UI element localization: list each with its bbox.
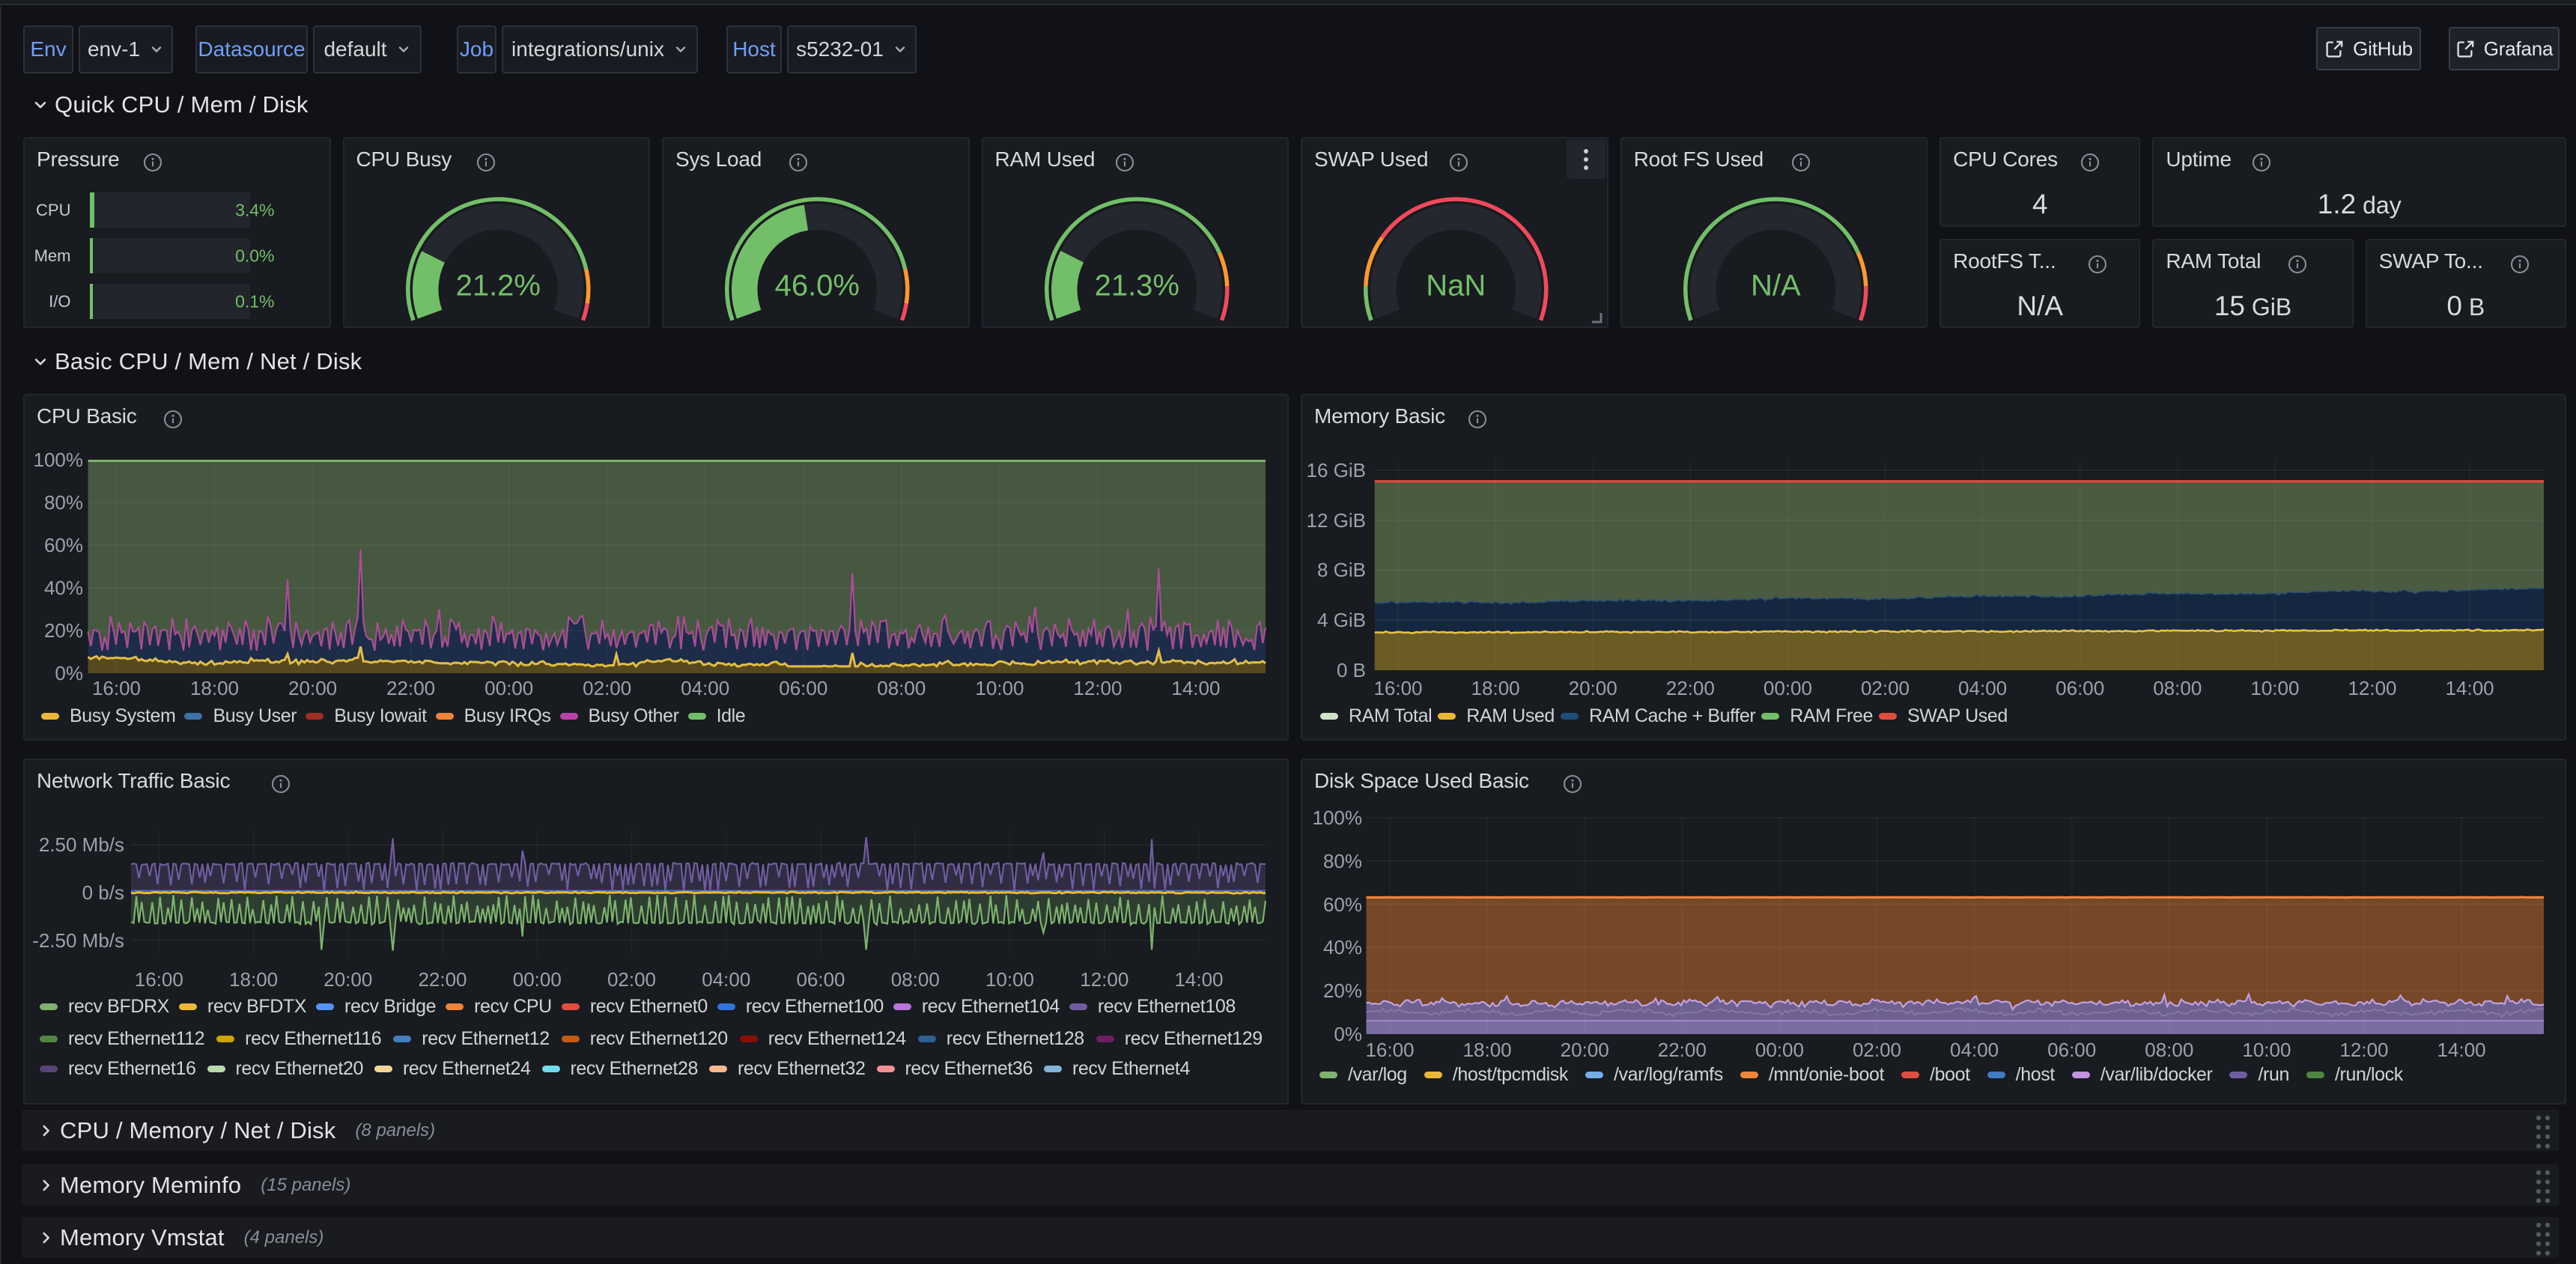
- svg-text:08:00: 08:00: [891, 968, 940, 991]
- svg-text:12:00: 12:00: [1073, 677, 1122, 699]
- svg-text:00:00: 00:00: [513, 968, 562, 991]
- svg-text:20:00: 20:00: [1561, 1039, 1609, 1061]
- svg-text:00:00: 00:00: [1764, 677, 1812, 699]
- svg-text:21.3%: 21.3%: [1094, 270, 1179, 303]
- svg-text:22:00: 22:00: [418, 968, 467, 991]
- svg-text:20:00: 20:00: [323, 968, 372, 991]
- svg-text:04:00: 04:00: [702, 968, 750, 991]
- svg-text:100%: 100%: [1313, 806, 1363, 829]
- svg-text:12:00: 12:00: [2348, 677, 2396, 699]
- svg-text:06:00: 06:00: [779, 677, 827, 699]
- svg-text:2.50 Mb/s: 2.50 Mb/s: [39, 833, 124, 856]
- svg-text:06:00: 06:00: [2047, 1039, 2096, 1061]
- svg-text:04:00: 04:00: [1950, 1039, 1999, 1061]
- svg-text:10:00: 10:00: [975, 677, 1024, 699]
- svg-text:18:00: 18:00: [1471, 677, 1520, 699]
- svg-text:00:00: 00:00: [1755, 1039, 1804, 1061]
- svg-text:04:00: 04:00: [1958, 677, 2007, 699]
- svg-text:14:00: 14:00: [2446, 677, 2494, 699]
- svg-text:06:00: 06:00: [2056, 677, 2104, 699]
- svg-text:8 GiB: 8 GiB: [1317, 559, 1366, 581]
- svg-text:04:00: 04:00: [681, 677, 729, 699]
- svg-text:40%: 40%: [44, 577, 83, 599]
- svg-text:0%: 0%: [55, 662, 83, 684]
- svg-text:10:00: 10:00: [2250, 677, 2299, 699]
- svg-text:80%: 80%: [1323, 850, 1362, 872]
- svg-text:0 b/s: 0 b/s: [82, 881, 124, 904]
- svg-text:02:00: 02:00: [1853, 1039, 1901, 1061]
- svg-text:4 GiB: 4 GiB: [1317, 609, 1366, 631]
- svg-text:12:00: 12:00: [1080, 968, 1128, 991]
- svg-text:0 B: 0 B: [1337, 659, 1366, 681]
- svg-text:08:00: 08:00: [2145, 1039, 2193, 1061]
- svg-text:22:00: 22:00: [1658, 1039, 1707, 1061]
- svg-text:02:00: 02:00: [583, 677, 631, 699]
- svg-text:18:00: 18:00: [229, 968, 278, 991]
- svg-text:0%: 0%: [1334, 1023, 1362, 1045]
- svg-text:12:00: 12:00: [2339, 1039, 2388, 1061]
- svg-text:21.2%: 21.2%: [455, 270, 540, 303]
- svg-text:22:00: 22:00: [1666, 677, 1715, 699]
- svg-text:08:00: 08:00: [877, 677, 926, 699]
- svg-text:14:00: 14:00: [2437, 1039, 2486, 1061]
- svg-text:20%: 20%: [44, 619, 83, 642]
- svg-text:02:00: 02:00: [607, 968, 656, 991]
- svg-text:14:00: 14:00: [1174, 968, 1223, 991]
- svg-text:14:00: 14:00: [1171, 677, 1220, 699]
- svg-text:60%: 60%: [44, 534, 83, 556]
- svg-text:N/A: N/A: [1751, 270, 1801, 303]
- svg-text:20:00: 20:00: [1569, 677, 1617, 699]
- svg-text:NaN: NaN: [1426, 270, 1486, 303]
- svg-text:100%: 100%: [34, 449, 84, 471]
- svg-text:18:00: 18:00: [1463, 1039, 1512, 1061]
- svg-text:60%: 60%: [1323, 893, 1362, 916]
- svg-text:80%: 80%: [44, 491, 83, 514]
- svg-text:16 GiB: 16 GiB: [1307, 459, 1367, 481]
- svg-text:16:00: 16:00: [92, 677, 141, 699]
- svg-text:16:00: 16:00: [1373, 677, 1422, 699]
- svg-text:02:00: 02:00: [1861, 677, 1910, 699]
- svg-text:08:00: 08:00: [2153, 677, 2202, 699]
- svg-text:00:00: 00:00: [484, 677, 533, 699]
- svg-text:06:00: 06:00: [796, 968, 845, 991]
- svg-text:46.0%: 46.0%: [775, 270, 860, 303]
- svg-text:20%: 20%: [1323, 979, 1362, 1002]
- svg-text:16:00: 16:00: [135, 968, 183, 991]
- svg-text:10:00: 10:00: [985, 968, 1034, 991]
- svg-text:-2.50 Mb/s: -2.50 Mb/s: [32, 929, 124, 952]
- svg-text:40%: 40%: [1323, 936, 1362, 958]
- svg-text:12 GiB: 12 GiB: [1307, 509, 1367, 532]
- svg-text:10:00: 10:00: [2242, 1039, 2291, 1061]
- svg-text:16:00: 16:00: [1365, 1039, 1414, 1061]
- svg-text:20:00: 20:00: [288, 677, 337, 699]
- svg-text:22:00: 22:00: [386, 677, 435, 699]
- svg-text:18:00: 18:00: [190, 677, 239, 699]
